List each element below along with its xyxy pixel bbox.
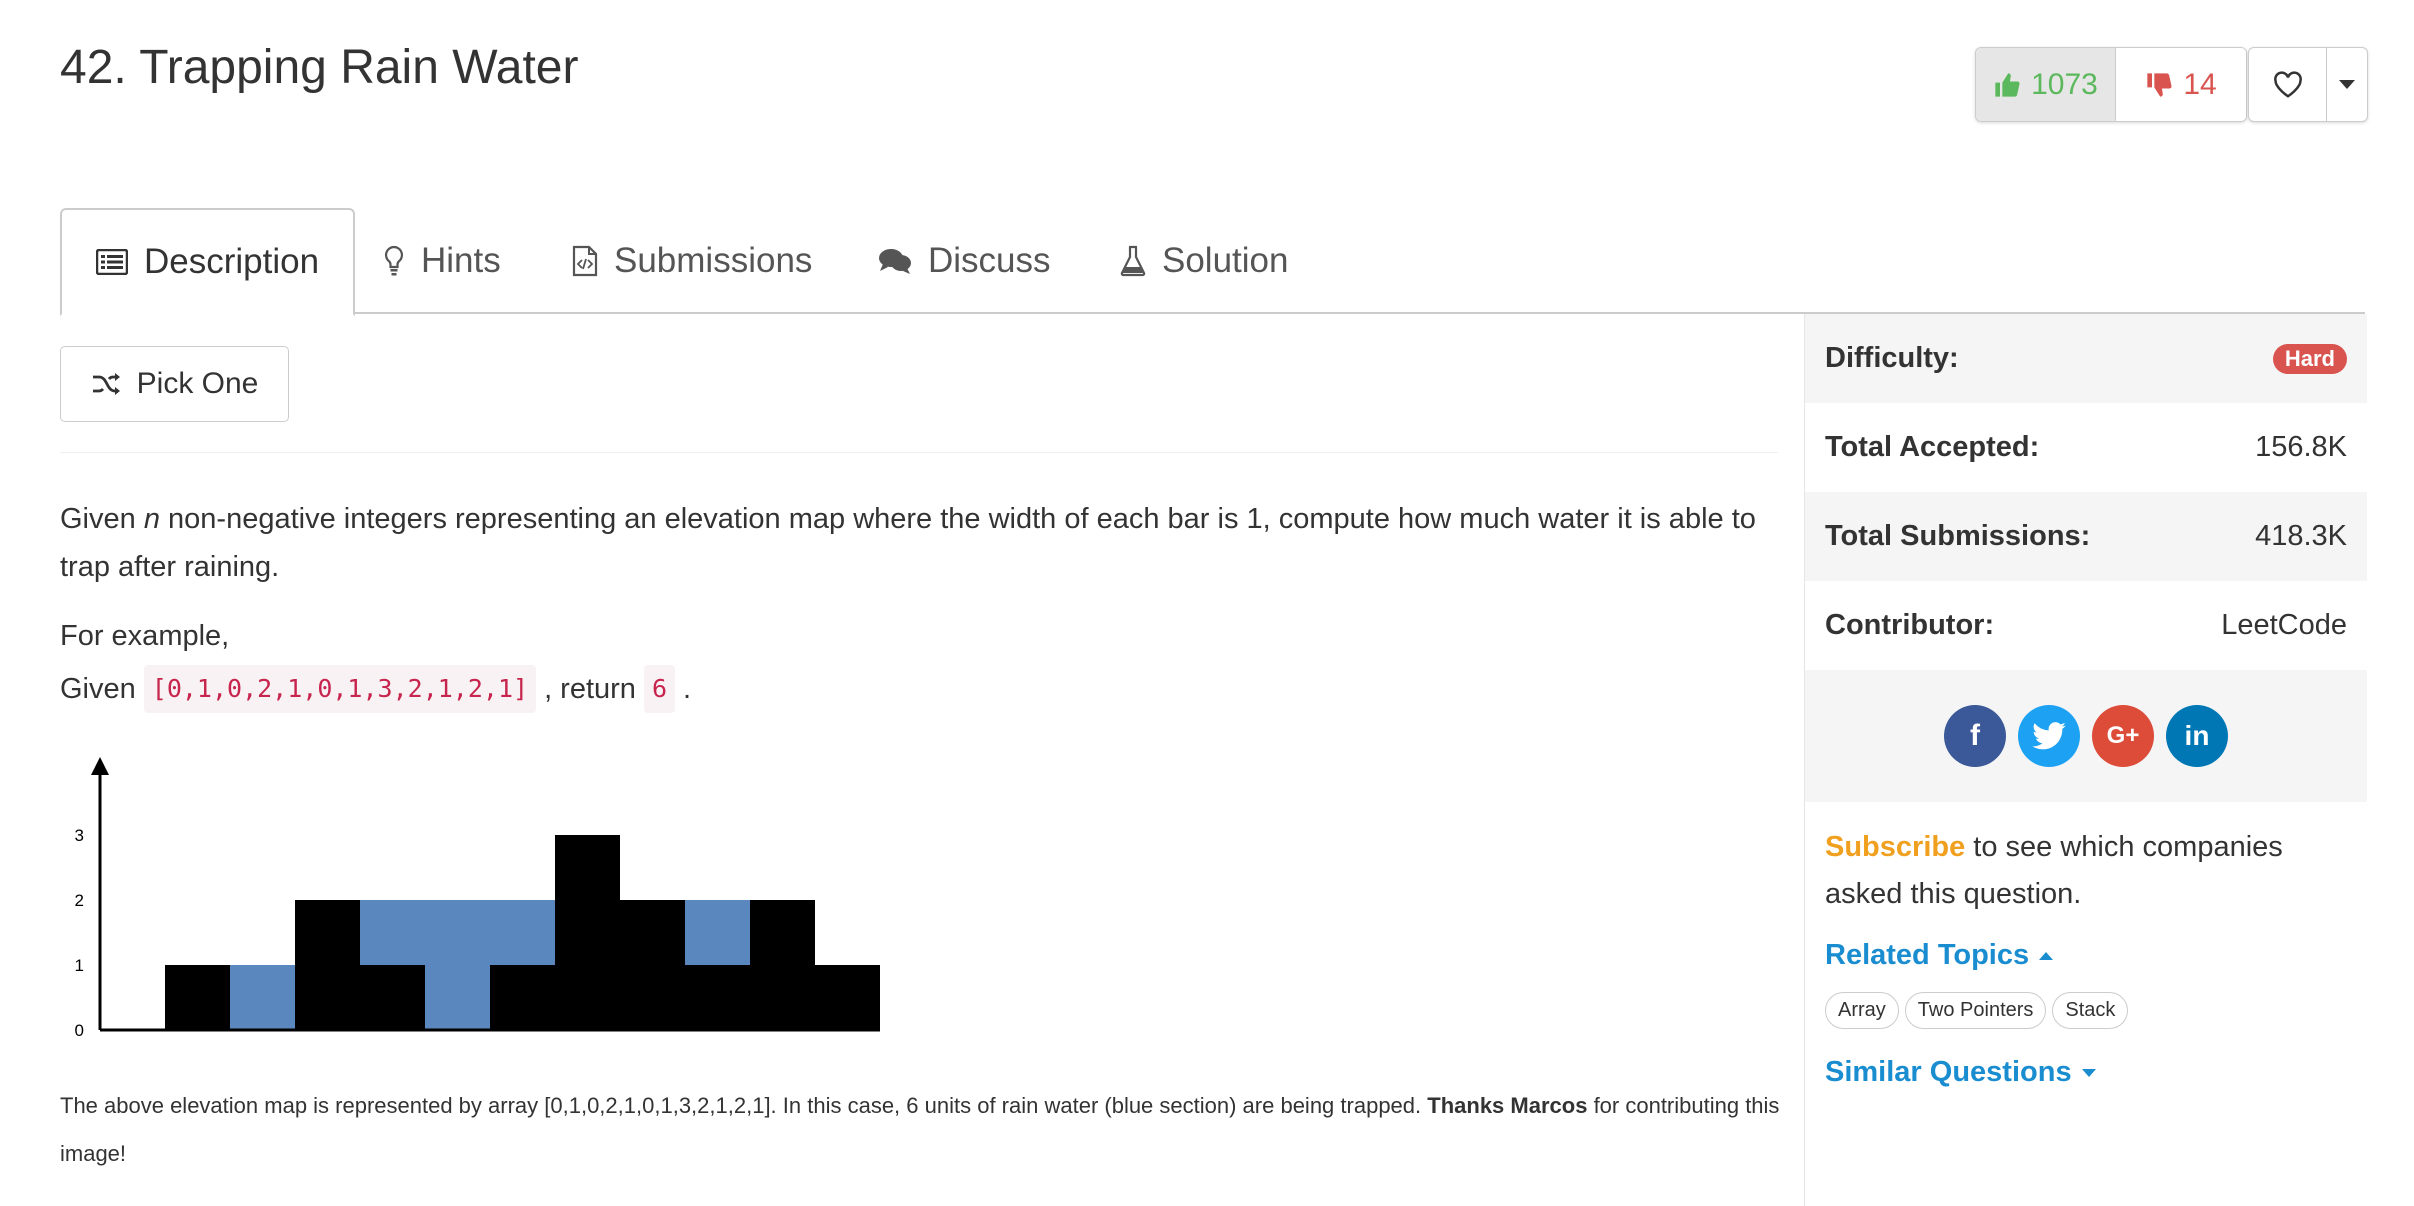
linkedin-icon[interactable]: in [2166, 705, 2228, 767]
favorite-button[interactable] [2249, 48, 2327, 121]
tab-submissions-label: Submissions [614, 241, 813, 280]
tab-submissions[interactable]: Submissions [572, 208, 812, 314]
y-tick-label: 1 [75, 956, 84, 975]
water-bar [360, 900, 425, 965]
water-bar [425, 900, 490, 1030]
related-topics-list: Array Two Pointers Stack [1825, 992, 2129, 1029]
facebook-icon[interactable]: f [1944, 705, 2006, 767]
caption-thanks: Thanks Marcos [1427, 1093, 1588, 1118]
difficulty-row: Difficulty: Hard [1805, 314, 2367, 403]
example-heading: For example, [60, 620, 230, 652]
subscribe-text: Subscribe to see which companies asked t… [1825, 824, 2355, 918]
thumbs-down-icon [2147, 72, 2172, 97]
desc-given: Given [60, 503, 136, 535]
problem-description: Given n non-negative integers representi… [60, 495, 1780, 591]
flask-icon [1120, 245, 1146, 277]
downvote-button[interactable]: 14 [2116, 48, 2246, 121]
accepted-row: Total Accepted: 156.8K [1805, 403, 2367, 492]
desc-body: non-negative integers representing an el… [60, 503, 1756, 583]
related-topics-label: Related Topics [1825, 939, 2030, 971]
y-tick-label: 3 [75, 826, 84, 845]
elevation-bar [165, 965, 230, 1030]
elevation-bar [750, 900, 815, 1030]
favorite-dropdown-button[interactable] [2327, 48, 2367, 121]
problem-title: 42. Trapping Rain Water [60, 41, 579, 94]
elevation-bar [620, 900, 685, 1030]
tab-description-label: Description [144, 242, 320, 281]
caret-down-icon [2081, 1068, 2096, 1077]
upvote-count: 1073 [2031, 67, 2098, 101]
pick-one-label: Pick One [136, 367, 259, 400]
topic-tag[interactable]: Two Pointers [1904, 992, 2047, 1029]
example-array: [0,1,0,2,1,0,1,3,2,1,2,1] [143, 665, 537, 713]
lightbulb-icon [384, 245, 404, 276]
subscribe-link[interactable]: Subscribe [1825, 831, 1965, 863]
topic-tag[interactable]: Array [1825, 992, 1899, 1029]
elevation-bar [685, 965, 750, 1030]
water-bar [685, 900, 750, 965]
y-tick-label: 0 [75, 1021, 84, 1040]
social-share: f G+ in [1805, 670, 2367, 802]
water-bar [490, 900, 555, 965]
sidebar: Difficulty: Hard Total Accepted: 156.8K … [1804, 314, 2367, 1206]
difficulty-badge: Hard [2272, 343, 2347, 374]
example-given: Given [60, 673, 136, 705]
problem-tabs: Description Hints Submissions Discuss So… [60, 208, 2365, 316]
elevation-bar [815, 965, 880, 1030]
example-result: 6 [643, 665, 675, 713]
pick-one-button[interactable]: Pick One [60, 346, 289, 422]
google-plus-icon[interactable]: G+ [2092, 705, 2154, 767]
elevation-bar [490, 965, 555, 1030]
tab-solution[interactable]: Solution [1120, 208, 1288, 314]
example-period: . [683, 673, 692, 705]
water-bar [230, 965, 295, 1030]
caret-down-icon [2339, 80, 2355, 89]
elevation-bar [360, 965, 425, 1030]
code-file-icon [572, 245, 598, 277]
tab-hints-label: Hints [421, 241, 501, 280]
caption-text: The above elevation map is represented b… [60, 1093, 1422, 1118]
contributor-row: Contributor: LeetCode [1805, 581, 2367, 670]
topic-tag[interactable]: Stack [2052, 992, 2129, 1029]
twitter-icon[interactable] [2018, 705, 2080, 767]
comments-icon [879, 249, 911, 274]
related-topics-toggle[interactable]: Related Topics [1825, 939, 2054, 972]
tab-solution-label: Solution [1162, 241, 1289, 280]
submissions-value: 418.3K [2255, 520, 2347, 552]
tab-discuss-label: Discuss [928, 241, 1051, 280]
y-axis-arrow [91, 757, 109, 775]
contributor-value: LeetCode [2221, 609, 2347, 641]
shuffle-icon [92, 373, 120, 395]
accepted-value: 156.8K [2255, 431, 2347, 463]
tab-discuss[interactable]: Discuss [878, 208, 1051, 314]
contributor-label: Contributor: [1825, 609, 1995, 641]
vote-group: 1073 14 [1975, 47, 2247, 122]
accepted-label: Total Accepted: [1825, 431, 2040, 463]
downvote-count: 14 [2183, 67, 2217, 101]
similar-questions-toggle[interactable]: Similar Questions [1825, 1056, 2096, 1089]
divider [60, 452, 1778, 453]
example-line: Given [0,1,0,2,1,0,1,3,2,1,2,1] , return… [60, 665, 691, 713]
submissions-label: Total Submissions: [1825, 520, 2091, 552]
example-return: , return [544, 673, 636, 705]
favorite-group [2248, 47, 2368, 122]
elevation-map-chart: 0 1 2 3 [75, 757, 880, 1040]
list-icon [96, 249, 128, 275]
upvote-button[interactable]: 1073 [1976, 48, 2116, 121]
difficulty-label: Difficulty: [1825, 342, 1959, 374]
submissions-row: Total Submissions: 418.3K [1805, 492, 2367, 581]
tab-description[interactable]: Description [60, 208, 356, 316]
y-tick-label: 2 [75, 891, 84, 910]
desc-n: n [143, 503, 160, 535]
heart-icon [2273, 70, 2302, 98]
image-caption: The above elevation map is represented b… [60, 1082, 1780, 1178]
caret-up-icon [2039, 951, 2054, 960]
similar-questions-label: Similar Questions [1825, 1056, 2072, 1088]
tab-hints[interactable]: Hints [383, 208, 501, 314]
elevation-bar [555, 835, 620, 1030]
thumbs-up-icon [1995, 72, 2020, 97]
elevation-bar [295, 900, 360, 1030]
